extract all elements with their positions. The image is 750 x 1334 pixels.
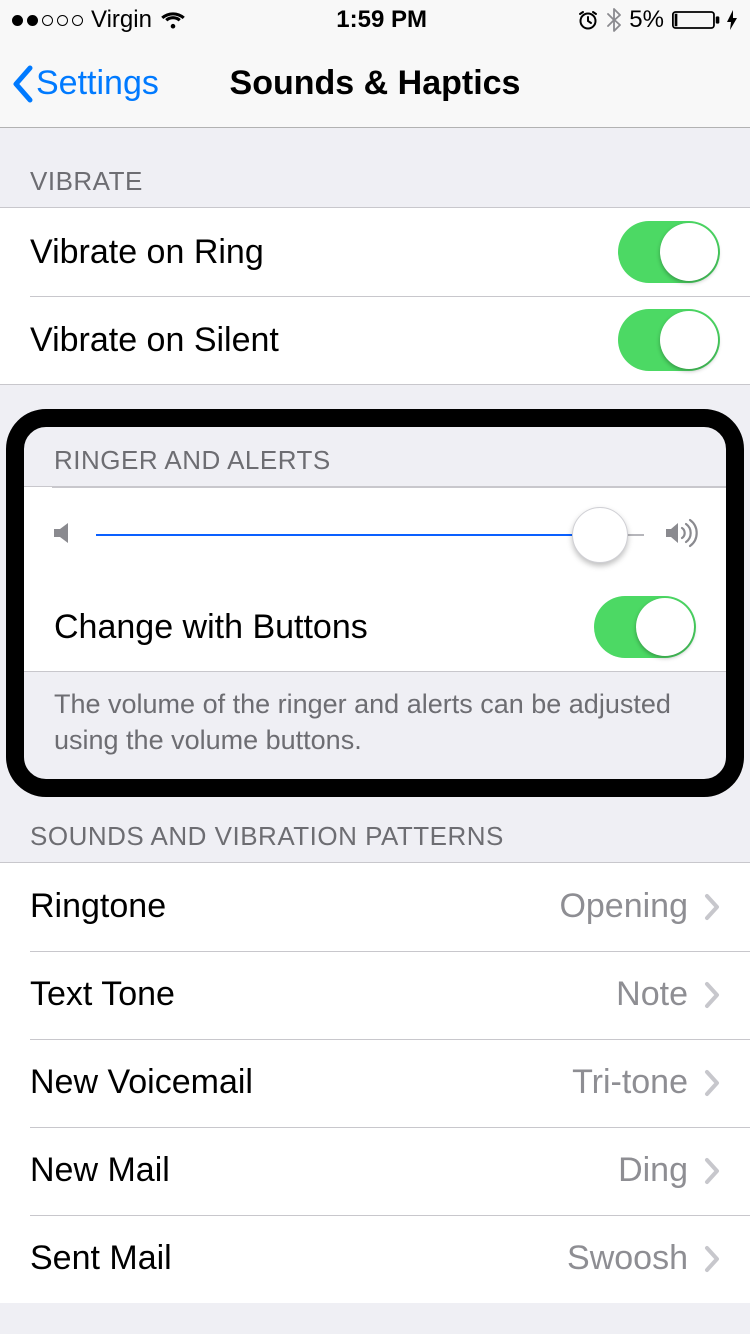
speaker-high-icon <box>664 518 698 553</box>
section-header-vibrate: VIBRATE <box>0 128 750 207</box>
row-value: Ding <box>618 1151 688 1190</box>
battery-icon <box>672 9 738 31</box>
chevron-right-icon <box>704 1069 720 1097</box>
row-volume-slider <box>24 487 726 583</box>
row-label: Sent Mail <box>30 1239 567 1278</box>
row-new-mail[interactable]: New Mail Ding <box>0 1127 750 1215</box>
row-label: Vibrate on Ring <box>30 233 618 272</box>
switch-vibrate-on-ring[interactable] <box>618 221 720 283</box>
row-ringtone[interactable]: Ringtone Opening <box>0 863 750 951</box>
row-label: Text Tone <box>30 975 616 1014</box>
sounds-rows: Ringtone Opening Text Tone Note New Voic… <box>0 862 750 1303</box>
row-vibrate-on-ring[interactable]: Vibrate on Ring <box>0 208 750 296</box>
row-value: Tri-tone <box>572 1063 688 1102</box>
vibrate-rows: Vibrate on Ring Vibrate on Silent <box>0 207 750 385</box>
section-header-sounds: SOUNDS AND VIBRATION PATTERNS <box>0 799 750 862</box>
row-value: Swoosh <box>567 1239 688 1278</box>
chevron-right-icon <box>704 1157 720 1185</box>
speaker-low-icon <box>52 519 76 552</box>
volume-slider[interactable] <box>96 533 644 537</box>
back-label: Settings <box>36 64 159 103</box>
row-value: Note <box>616 975 688 1014</box>
row-label: Vibrate on Silent <box>30 321 618 360</box>
row-label: Change with Buttons <box>54 608 594 647</box>
status-right: 5% <box>577 6 738 34</box>
wifi-icon <box>160 10 186 30</box>
ringer-rows: Change with Buttons <box>24 486 726 672</box>
signal-strength-icon <box>12 15 83 26</box>
row-label: New Voicemail <box>30 1063 572 1102</box>
switch-vibrate-on-silent[interactable] <box>618 309 720 371</box>
chevron-right-icon <box>704 1245 720 1273</box>
switch-change-with-buttons[interactable] <box>594 596 696 658</box>
battery-percentage: 5% <box>629 6 664 34</box>
row-new-voicemail[interactable]: New Voicemail Tri-tone <box>0 1039 750 1127</box>
section-header-ringer: RINGER AND ALERTS <box>24 427 726 486</box>
back-button[interactable]: Settings <box>10 64 159 104</box>
carrier-label: Virgin <box>91 6 152 34</box>
status-time: 1:59 PM <box>336 6 427 34</box>
status-bar: Virgin 1:59 PM 5% <box>0 0 750 40</box>
bluetooth-icon <box>607 8 621 32</box>
section-footer-ringer: The volume of the ringer and alerts can … <box>24 672 726 779</box>
row-label: Ringtone <box>30 887 559 926</box>
row-value: Opening <box>559 887 688 926</box>
chevron-right-icon <box>704 893 720 921</box>
status-left: Virgin <box>12 6 186 34</box>
highlighted-ringer-section: RINGER AND ALERTS Change with Buttons Th… <box>6 409 744 797</box>
nav-bar: Settings Sounds & Haptics <box>0 40 750 128</box>
row-sent-mail[interactable]: Sent Mail Swoosh <box>0 1215 750 1303</box>
chevron-left-icon <box>10 64 34 104</box>
row-label: New Mail <box>30 1151 618 1190</box>
row-text-tone[interactable]: Text Tone Note <box>0 951 750 1039</box>
chevron-right-icon <box>704 981 720 1009</box>
slider-fill <box>96 534 600 536</box>
slider-thumb[interactable] <box>572 507 628 563</box>
row-change-with-buttons[interactable]: Change with Buttons <box>24 583 726 671</box>
row-vibrate-on-silent[interactable]: Vibrate on Silent <box>0 296 750 384</box>
alarm-icon <box>577 9 599 31</box>
